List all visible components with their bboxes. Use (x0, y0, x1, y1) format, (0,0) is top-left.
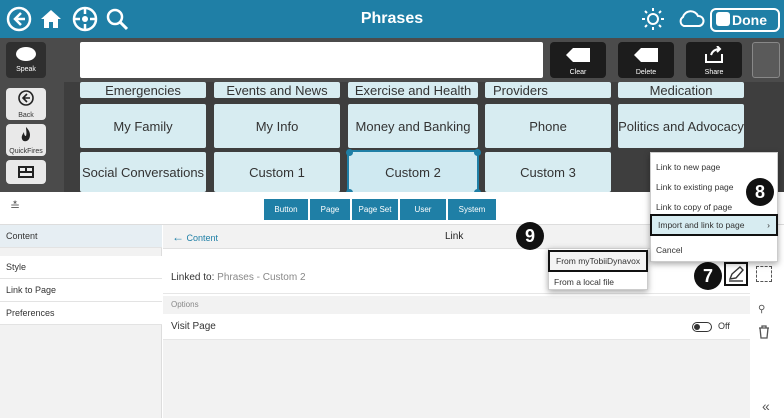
quickfires-button[interactable]: QuickFires (6, 124, 46, 156)
visit-page-row: Visit Page (163, 314, 750, 340)
visit-page-toggle[interactable] (692, 322, 712, 332)
delete-label: Delete (635, 69, 657, 76)
speak-label: Speak (16, 66, 36, 73)
submenu-from-local-file[interactable]: From a local file (548, 272, 648, 292)
callout-7: 7 (694, 262, 722, 290)
resize-handle-tr[interactable] (474, 149, 481, 156)
collapse-chevron-icon[interactable]: ≛ (10, 199, 20, 213)
share-label: Share (704, 69, 724, 76)
menu-import-and-link[interactable]: Import and link to page › (650, 214, 778, 236)
callout-9: 9 (516, 222, 544, 250)
tab-page[interactable]: Page (310, 199, 350, 220)
linked-to-value: Phrases - Custom 2 (217, 272, 306, 283)
cell-social-conversations[interactable]: Social Conversations (80, 152, 206, 192)
menu-import-label: Import and link to page (658, 220, 745, 230)
submenu-from-mytobiidynavox[interactable]: From myTobiiDynavox (548, 250, 648, 272)
cell-my-family[interactable]: My Family (80, 104, 206, 148)
back-arrow-icon (18, 90, 34, 106)
hide-eye-icon[interactable]: ⚲ (758, 304, 765, 315)
cell-my-info[interactable]: My Info (214, 104, 340, 148)
menu-link-new-page[interactable]: Link to new page (650, 157, 778, 177)
options-header: Options (163, 296, 750, 314)
checkmark-icon (716, 12, 730, 26)
pencil-icon (728, 266, 744, 282)
sidebar-item-content[interactable]: Content (0, 225, 162, 248)
panel-title: Link (445, 231, 464, 242)
flame-icon (21, 127, 30, 142)
clear-label: Clear (569, 69, 587, 76)
cell-phone[interactable]: Phone (485, 104, 611, 148)
submenu-chevron-icon: › (767, 220, 770, 230)
done-label: Done (732, 12, 767, 28)
cell-events-news[interactable]: Events and News (214, 82, 340, 98)
cell-money-banking[interactable]: Money and Banking (348, 104, 478, 148)
trash-icon[interactable] (758, 325, 770, 344)
select-area-icon[interactable] (756, 266, 772, 282)
back-button[interactable]: Back (6, 88, 46, 120)
cell-custom-1[interactable]: Custom 1 (214, 152, 340, 192)
edit-link-button[interactable] (724, 262, 748, 286)
keyboard-button[interactable] (6, 160, 46, 184)
cell-emergencies[interactable]: Emergencies (80, 82, 206, 98)
done-button[interactable]: Done (710, 8, 780, 32)
panel-back-link[interactable]: ← Content (172, 230, 218, 244)
cell-custom-2-selected[interactable]: Custom 2 (347, 150, 479, 194)
delete-icon (634, 48, 658, 62)
tab-button[interactable]: Button (264, 199, 308, 220)
speech-bubble-icon (16, 47, 36, 61)
lightbulb-icon[interactable] (640, 6, 666, 32)
quickfires-label: QuickFires (9, 148, 43, 155)
back-label: Back (18, 112, 34, 119)
search-icon[interactable] (104, 6, 130, 32)
cloud-sync-icon[interactable] (676, 6, 706, 32)
delete-button[interactable]: Delete (618, 42, 674, 78)
cell-politics-advocacy[interactable]: Politics and Advocacy (618, 104, 744, 148)
linked-to-row[interactable]: Linked to: Phrases - Custom 2 (163, 262, 750, 294)
back-circle-icon[interactable] (6, 6, 32, 32)
tab-page-set[interactable]: Page Set (352, 199, 398, 220)
speak-button[interactable]: Speak (6, 42, 46, 78)
menu-cancel[interactable]: Cancel (650, 240, 778, 260)
resize-handle-tl[interactable] (346, 149, 353, 156)
home-icon[interactable] (38, 6, 64, 32)
left-arrow-icon: ← (172, 230, 184, 244)
tab-user[interactable]: User (400, 199, 446, 220)
clear-button[interactable]: Clear (550, 42, 606, 78)
title-bar: Phrases Done (0, 0, 784, 38)
share-icon (705, 45, 723, 63)
tab-system[interactable]: System (448, 199, 496, 220)
sidebar-item-preferences[interactable]: Preferences (0, 302, 162, 325)
visit-page-label: Visit Page (171, 321, 216, 332)
keyboard-icon (18, 166, 34, 178)
collapse-panel-icon[interactable]: « (762, 398, 770, 414)
cell-providers[interactable]: Providers (485, 82, 611, 98)
page-title: Phrases (360, 10, 424, 27)
sidebar-item-style[interactable]: Style (0, 256, 162, 279)
callout-8: 8 (746, 178, 774, 206)
sidebar-item-link-to-page[interactable]: Link to Page (0, 279, 162, 302)
cell-medication[interactable]: Medication (618, 82, 744, 98)
toggle-state-label: Off (718, 321, 730, 331)
linked-to-label: Linked to: (171, 272, 215, 283)
cell-exercise-health[interactable]: Exercise and Health (348, 82, 478, 98)
cell-custom-3[interactable]: Custom 3 (485, 152, 611, 192)
active-tab-indicator (290, 220, 312, 223)
share-button[interactable]: Share (686, 42, 742, 78)
panel-back-label: Content (186, 233, 219, 243)
message-window[interactable] (80, 42, 543, 78)
menu-wheel-icon[interactable] (72, 6, 98, 32)
clear-icon (566, 48, 590, 62)
edit-disabled-button (752, 42, 780, 78)
panel-empty-area (163, 340, 750, 418)
